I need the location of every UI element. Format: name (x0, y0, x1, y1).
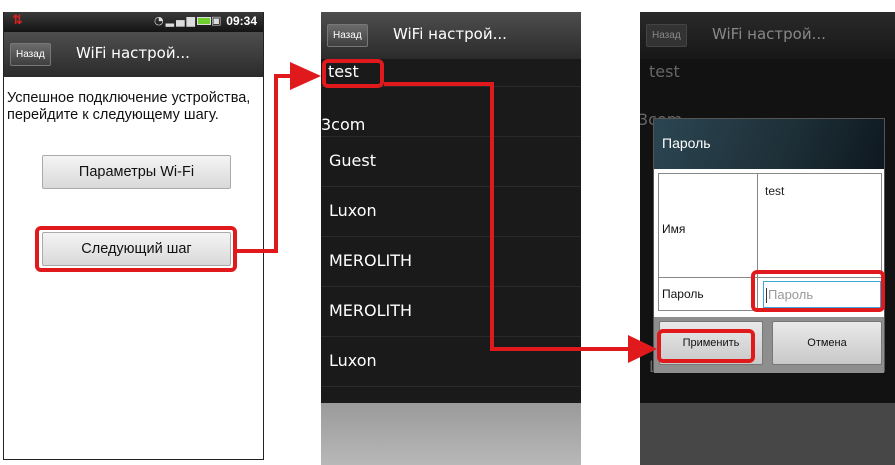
network-item[interactable]: Luxon (321, 187, 581, 237)
password-label: Пароль (662, 287, 704, 301)
calendar-icon: ▣ (211, 14, 224, 27)
signal-icon: ▂▄▆ (165, 14, 197, 27)
phone-screen-2: Назад WiFi настрой... test 3com Guest Lu… (321, 12, 581, 465)
cancel-button[interactable]: Отмена (772, 321, 882, 365)
success-message: Успешное подключение устройства, перейди… (7, 90, 251, 123)
status-time: 09:34 (226, 14, 257, 28)
arrow-head (290, 62, 321, 90)
status-bar: ⇅ ◔▂▄▆ ▣ 09:34 (4, 12, 263, 32)
dialog-title: Пароль (654, 119, 884, 169)
screen-title: WiFi настрой... (712, 25, 826, 43)
title-bar: Назад WiFi настрой... (321, 12, 581, 59)
name-value: test (765, 184, 785, 198)
network-list: test 3com Guest Luxon MEROLITH MEROLITH … (321, 59, 581, 387)
network-item[interactable]: 3com (321, 87, 581, 137)
phone-screen-3: Назад WiFi настрой... test 3com Luxon Па… (640, 12, 895, 465)
highlight-frame (751, 270, 885, 312)
battery-icon (197, 17, 211, 25)
back-button[interactable]: Назад (646, 24, 687, 47)
phone-screen-1: ⇅ ◔▂▄▆ ▣ 09:34 Назад WiFi настрой... Успе… (3, 12, 264, 460)
name-label: Имя (662, 222, 686, 236)
dimmed-network-item: test (649, 62, 680, 81)
network-item[interactable]: Guest (321, 137, 581, 187)
bottom-area (640, 403, 895, 465)
bottom-area (321, 403, 581, 465)
usb-debug-icon: ⇅ (12, 13, 23, 28)
screen-title: WiFi настрой... (393, 25, 507, 43)
title-bar: Назад WiFi настрой... (640, 12, 895, 59)
network-item[interactable]: MEROLITH (321, 237, 581, 287)
back-button[interactable]: Назад (327, 24, 368, 47)
highlight-frame (322, 59, 384, 88)
status-icons: ◔▂▄▆ ▣ (154, 14, 223, 27)
network-item[interactable]: MEROLITH (321, 287, 581, 337)
highlight-frame (657, 329, 755, 363)
screen-title: WiFi настрой... (76, 44, 190, 62)
title-bar: Назад WiFi настрой... (4, 32, 263, 77)
wifi-params-button[interactable]: Параметры Wi-Fi (42, 155, 231, 189)
wifi-icon: ◔ (154, 14, 166, 27)
highlight-frame (35, 226, 237, 272)
back-button[interactable]: Назад (10, 43, 51, 66)
network-item[interactable]: Luxon (321, 337, 581, 387)
